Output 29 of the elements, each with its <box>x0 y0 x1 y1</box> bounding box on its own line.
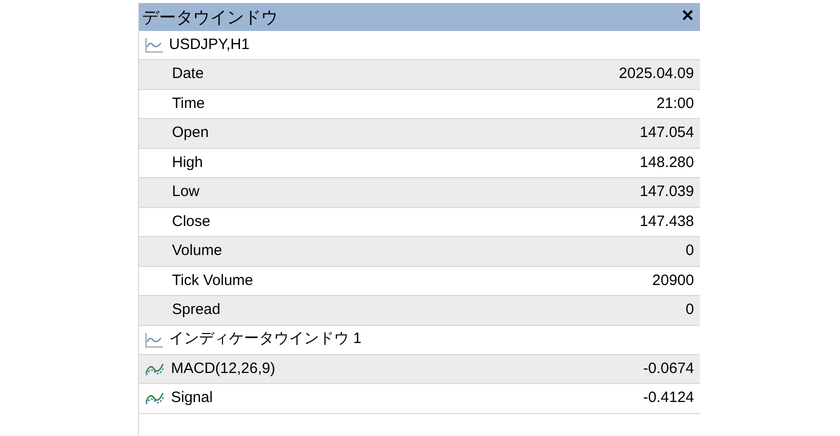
section-title: インディケータウインドウ 1 <box>169 329 362 350</box>
row-value: -0.0674 <box>643 358 694 378</box>
row-value: -0.4124 <box>643 388 694 408</box>
row-value: 20900 <box>652 270 694 290</box>
row-value: 147.054 <box>640 123 694 143</box>
row-value: 2025.04.09 <box>618 64 694 84</box>
row-label: Signal <box>171 388 213 408</box>
section-title: USDJPY,H1 <box>169 34 250 55</box>
row-value: 147.039 <box>640 182 694 202</box>
row-value: 0 <box>686 241 694 261</box>
row-label: MACD(12,26,9) <box>171 358 276 378</box>
row-value: 148.280 <box>640 152 694 172</box>
window-title: データウインドウ <box>142 8 278 26</box>
line-chart-icon <box>144 36 164 54</box>
row-label: Date <box>172 64 204 84</box>
row-value: 147.438 <box>640 212 694 232</box>
row-label: Open <box>172 123 209 143</box>
row-label: Close <box>172 212 210 232</box>
close-button[interactable]: ✕ <box>681 9 694 25</box>
row-label: Volume <box>172 241 222 261</box>
row-label: Spread <box>172 300 220 320</box>
row-value: 0 <box>686 300 694 320</box>
row-label: High <box>172 152 203 172</box>
row-label: Low <box>172 182 200 202</box>
row-label: Time <box>172 94 205 114</box>
line-chart-icon <box>144 330 164 348</box>
wave-icon <box>145 390 165 406</box>
row-value: 21:00 <box>656 94 694 114</box>
row-label: Tick Volume <box>172 270 254 290</box>
